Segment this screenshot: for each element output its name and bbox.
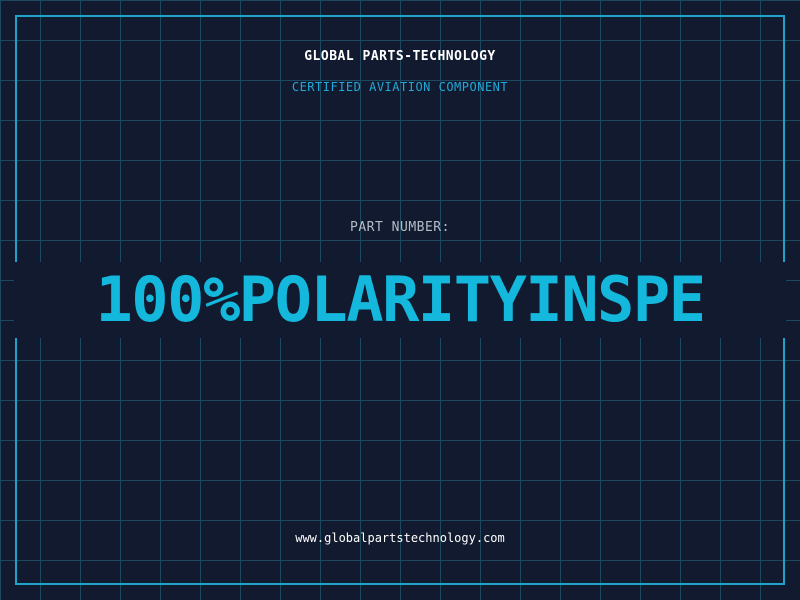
certification-tagline: CERTIFIED AVIATION COMPONENT xyxy=(291,80,509,94)
part-number-value: 100%POLARITYINSPE xyxy=(95,263,706,336)
part-number-label: PART NUMBER: xyxy=(350,220,450,235)
certificate-page: GLOBAL PARTS-TECHNOLOGY CERTIFIED AVIATI… xyxy=(0,0,800,600)
website-url: www.globalpartstechnology.com xyxy=(295,531,505,545)
company-name: GLOBAL PARTS-TECHNOLOGY xyxy=(304,49,496,64)
